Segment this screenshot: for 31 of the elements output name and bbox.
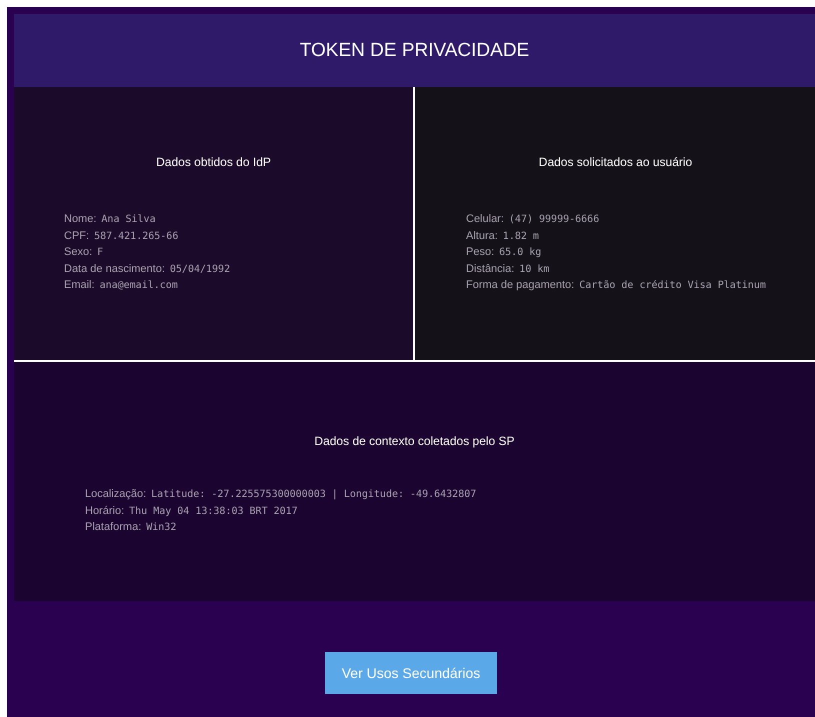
field-value: Latitude: -27.225575300000003 | Longitude: -49.6432807 — [151, 489, 476, 500]
field-label: Localização: — [85, 488, 146, 500]
field-value: (47) 99999-6666 — [508, 214, 600, 225]
field-label: Peso: — [466, 246, 494, 258]
field-label: Email: — [64, 279, 95, 291]
field-label: Sexo: — [64, 246, 92, 258]
field-value: ana@email.com — [100, 280, 178, 291]
field-value: 65.0 kg — [499, 247, 542, 258]
field-value: 1.82 m — [502, 230, 539, 242]
panel-title: Dados obtidos do IdP — [155, 155, 272, 169]
field-label: Nome: — [64, 213, 96, 225]
field-value: Win32 — [146, 522, 176, 533]
field-label: Horário: — [85, 504, 124, 516]
field-value: F — [97, 247, 104, 258]
field-label: Plataforma: — [85, 521, 142, 533]
field-label: Altura: — [466, 230, 498, 242]
panel-title: Dados solicitados ao usuário — [538, 155, 694, 169]
field-label: Forma de pagamento: — [466, 279, 574, 291]
panel-title: Dados de contexto coletados pelo SP — [313, 434, 516, 448]
field-value: 10 km — [519, 264, 550, 274]
field-value: Ana Silva — [101, 214, 156, 225]
field-value: 05/04/1992 — [170, 264, 230, 274]
field-value: Thu May 04 13:38:03 BRT 2017 — [129, 506, 298, 516]
page-title: TOKEN DE PRIVACIDADE — [300, 40, 530, 62]
secondary-uses-button[interactable]: Ver Usos Secundários — [325, 652, 497, 694]
field-label: Celular: — [466, 213, 504, 225]
field-value: 587.421.265-66 — [94, 230, 178, 242]
field-value: Cartão de crédito Visa Platinum — [579, 280, 766, 291]
field-label: Distância: — [466, 262, 514, 274]
field-label: CPF: — [64, 230, 90, 242]
field-label: Data de nascimento: — [64, 262, 165, 274]
